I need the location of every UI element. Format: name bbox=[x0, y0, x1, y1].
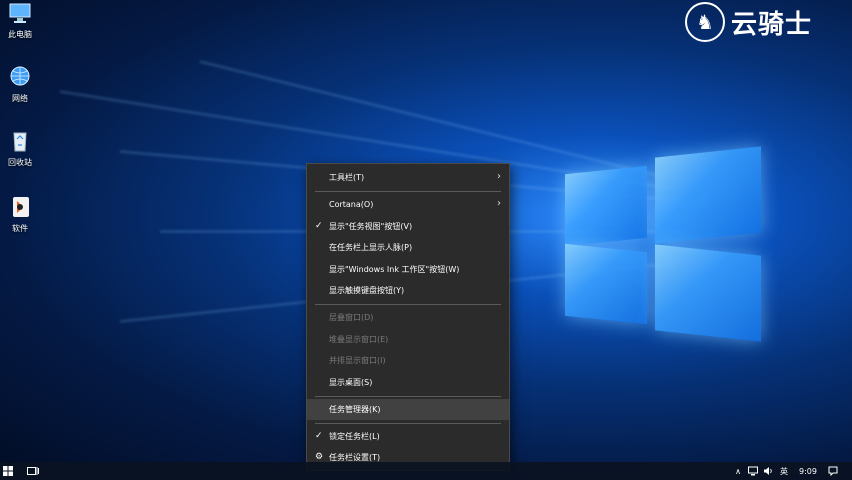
tray-overflow-button[interactable]: ∧ bbox=[733, 462, 743, 480]
menu-item-label: 工具栏(T) bbox=[329, 173, 365, 182]
clock[interactable]: 9:09 bbox=[796, 462, 820, 480]
menu-item-cascade-windows: 层叠窗口(D) bbox=[307, 307, 509, 328]
menu-separator bbox=[315, 423, 501, 424]
menu-item-label: 显示触摸键盘按钮(Y) bbox=[329, 286, 405, 295]
menu-separator bbox=[315, 396, 501, 397]
submenu-arrow-icon: › bbox=[497, 171, 501, 182]
menu-item-show-desktop[interactable]: 显示桌面(S) bbox=[307, 372, 509, 393]
menu-item-lock-taskbar[interactable]: ✓ 锁定任务栏(L) bbox=[307, 426, 509, 447]
computer-icon bbox=[9, 3, 31, 23]
clock-time: 9:09 bbox=[799, 466, 817, 476]
brand-logo: ♞ bbox=[685, 2, 725, 42]
menu-item-side-by-side: 并排显示窗口(I) bbox=[307, 350, 509, 371]
menu-item-label: 层叠窗口(D) bbox=[329, 313, 374, 322]
menu-item-task-manager[interactable]: 任务管理器(K) bbox=[307, 399, 509, 420]
menu-separator bbox=[315, 304, 501, 305]
chevron-up-icon: ∧ bbox=[735, 466, 741, 476]
ime-mode-indicator[interactable]: 英 bbox=[777, 462, 791, 480]
menu-item-label: 显示"Windows Ink 工作区"按钮(W) bbox=[329, 265, 460, 274]
software-icon bbox=[13, 197, 29, 217]
menu-item-toolbars[interactable]: 工具栏(T) › bbox=[307, 167, 509, 188]
taskbar[interactable]: ∧ 英 9:09 bbox=[0, 462, 852, 480]
taskbar-context-menu: 工具栏(T) › Cortana(O) › ✓ 显示"任务视图"按钮(V) 在任… bbox=[306, 163, 510, 471]
menu-item-windows-ink[interactable]: 显示"Windows Ink 工作区"按钮(W) bbox=[307, 259, 509, 280]
menu-item-label: 显示"任务视图"按钮(V) bbox=[329, 222, 413, 231]
network-status-icon bbox=[748, 466, 758, 476]
menu-separator bbox=[315, 191, 501, 192]
check-icon: ✓ bbox=[315, 431, 323, 441]
desktop-icon-software[interactable]: 软件 bbox=[0, 196, 40, 234]
brand-watermark: ♞ 云骑士 bbox=[685, 2, 812, 42]
menu-item-stack-windows: 堆叠显示窗口(E) bbox=[307, 329, 509, 350]
notification-icon bbox=[828, 466, 838, 476]
menu-item-touch-keyboard[interactable]: 显示触摸键盘按钮(Y) bbox=[307, 280, 509, 301]
menu-item-label: 并排显示窗口(I) bbox=[329, 356, 386, 365]
desktop-icon-recycle-bin[interactable]: 回收站 bbox=[0, 130, 40, 168]
brand-name: 云骑士 bbox=[731, 9, 813, 40]
desktop-icon-label: 回收站 bbox=[8, 158, 32, 167]
desktop-icon-label: 此电脑 bbox=[8, 30, 32, 39]
menu-item-show-task-view[interactable]: ✓ 显示"任务视图"按钮(V) bbox=[307, 216, 509, 237]
start-button[interactable] bbox=[0, 462, 16, 480]
menu-item-cortana[interactable]: Cortana(O) › bbox=[307, 194, 509, 215]
ime-mode-label: 英 bbox=[780, 466, 788, 476]
submenu-arrow-icon: › bbox=[497, 198, 501, 209]
desktop-icon-label: 网络 bbox=[12, 94, 28, 103]
menu-item-label: Cortana(O) bbox=[329, 200, 374, 209]
check-icon: ✓ bbox=[315, 221, 323, 231]
task-view-button[interactable] bbox=[24, 462, 42, 480]
action-center-button[interactable] bbox=[826, 462, 840, 480]
desktop-icon-network[interactable]: 网络 bbox=[0, 66, 40, 104]
gear-icon: ⚙ bbox=[315, 452, 324, 462]
task-view-icon bbox=[27, 467, 39, 475]
menu-item-label: 锁定任务栏(L) bbox=[329, 432, 380, 441]
menu-item-show-people[interactable]: 在任务栏上显示人脉(P) bbox=[307, 237, 509, 258]
menu-item-label: 显示桌面(S) bbox=[329, 378, 373, 387]
desktop-icon-this-pc[interactable]: 此电脑 bbox=[0, 2, 40, 40]
menu-item-label: 任务管理器(K) bbox=[329, 405, 381, 414]
network-icon bbox=[10, 66, 30, 86]
menu-item-label: 堆叠显示窗口(E) bbox=[329, 335, 389, 344]
tray-volume[interactable] bbox=[762, 462, 774, 480]
tray-network[interactable] bbox=[747, 462, 759, 480]
windows-start-icon bbox=[3, 466, 13, 476]
volume-icon bbox=[764, 467, 772, 475]
menu-item-label: 在任务栏上显示人脉(P) bbox=[329, 243, 413, 252]
recycle-bin-icon bbox=[13, 132, 27, 152]
desktop-icon-label: 软件 bbox=[12, 224, 28, 233]
windows-wallpaper-logo bbox=[565, 140, 765, 342]
